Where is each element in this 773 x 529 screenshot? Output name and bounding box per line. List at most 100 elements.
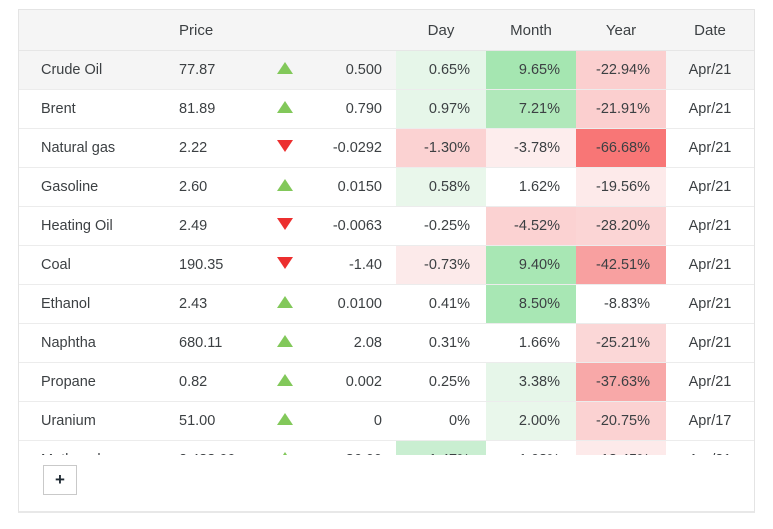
header-row: Price Day Month Year Date <box>19 10 754 51</box>
cell-change-absolute: 0.790 <box>309 89 396 129</box>
cell-price: 680.11 <box>161 323 261 363</box>
cell-change-year: -22.94% <box>576 50 666 90</box>
cell-change-day: 0.65% <box>396 50 486 90</box>
triangle-down-icon <box>277 257 293 269</box>
trend-up-icon <box>261 323 309 363</box>
cell-date: Apr/21 <box>666 167 754 207</box>
trend-up-icon <box>261 89 309 129</box>
cell-change-month: 9.40% <box>486 245 576 285</box>
cell-date: Apr/21 <box>666 323 754 363</box>
cell-change-day: 0.31% <box>396 323 486 363</box>
triangle-down-icon <box>277 218 293 230</box>
trend-up-icon <box>261 401 309 441</box>
cell-commodity-name: Ethanol <box>19 284 161 324</box>
cell-commodity-name: Brent <box>19 89 161 129</box>
cell-commodity-name: Gasoline <box>19 167 161 207</box>
cell-commodity-name: Naphtha <box>19 323 161 363</box>
cell-change-month: 8.50% <box>486 284 576 324</box>
cell-price: 2.22 <box>161 128 261 168</box>
column-header-year[interactable]: Year <box>576 10 666 51</box>
trend-down-icon <box>261 245 309 285</box>
cell-change-absolute: 2.08 <box>309 323 396 363</box>
cell-commodity-name: Heating Oil <box>19 206 161 246</box>
triangle-up-icon <box>277 179 293 191</box>
column-header-month[interactable]: Month <box>486 10 576 51</box>
cell-date: Apr/21 <box>666 128 754 168</box>
cell-price: 81.89 <box>161 89 261 129</box>
cell-date: Apr/21 <box>666 206 754 246</box>
cell-price: 2.49 <box>161 206 261 246</box>
cell-change-day: -0.73% <box>396 245 486 285</box>
table-row[interactable]: Naphtha 680.11 2.08 0.31% 1.66% -25.21% Apr/21 <box>19 323 754 363</box>
column-header-day[interactable]: Day <box>396 10 486 51</box>
cell-price: 51.00 <box>161 401 261 441</box>
cell-commodity-name: Uranium <box>19 401 161 441</box>
table-body: Crude Oil 77.87 0.500 0.65% 9.65% -22.94% Apr/… <box>19 50 754 480</box>
cell-date: Apr/21 <box>666 89 754 129</box>
cell-commodity-name: Crude Oil <box>19 50 161 90</box>
cell-change-year: -20.75% <box>576 401 666 441</box>
cell-commodity-name: Natural gas <box>19 128 161 168</box>
table-row[interactable]: Uranium 51.00 0 0% 2.00% -20.75% Apr/17 <box>19 401 754 441</box>
cell-change-month: 1.62% <box>486 167 576 207</box>
cell-change-month: 9.65% <box>486 50 576 90</box>
table-row[interactable]: Ethanol 2.43 0.0100 0.41% 8.50% -8.83% Apr/21 <box>19 284 754 324</box>
cell-price: 2.60 <box>161 167 261 207</box>
cell-change-day: 0% <box>396 401 486 441</box>
triangle-down-icon <box>277 140 293 152</box>
table-row[interactable]: Crude Oil 77.87 0.500 0.65% 9.65% -22.94% Apr/… <box>19 50 754 90</box>
table-row[interactable]: Heating Oil 2.49 -0.0063 -0.25% -4.52% -28.20… <box>19 206 754 246</box>
cell-change-day: 0.97% <box>396 89 486 129</box>
cell-change-year: -8.83% <box>576 284 666 324</box>
cell-change-month: -3.78% <box>486 128 576 168</box>
cell-change-year: -21.91% <box>576 89 666 129</box>
cell-change-month: 1.66% <box>486 323 576 363</box>
triangle-up-icon <box>277 374 293 386</box>
column-header-date[interactable]: Date <box>666 10 754 51</box>
cell-change-day: 0.58% <box>396 167 486 207</box>
cell-date: Apr/21 <box>666 50 754 90</box>
cell-change-year: -37.63% <box>576 362 666 402</box>
column-header-price[interactable]: Price <box>161 10 261 51</box>
table-row[interactable]: Propane 0.82 0.002 0.25% 3.38% -37.63% Apr/21 <box>19 362 754 402</box>
add-row-button[interactable]: + <box>43 465 77 495</box>
cell-change-absolute: 0.0150 <box>309 167 396 207</box>
cell-change-month: -4.52% <box>486 206 576 246</box>
cell-change-year: -66.68% <box>576 128 666 168</box>
cell-price: 77.87 <box>161 50 261 90</box>
column-header-change[interactable] <box>309 10 396 51</box>
column-header-name[interactable] <box>19 10 161 51</box>
cell-change-absolute: 0.0100 <box>309 284 396 324</box>
column-header-arrow <box>261 10 309 51</box>
triangle-up-icon <box>277 62 293 74</box>
cell-change-month: 3.38% <box>486 362 576 402</box>
cell-change-absolute: -1.40 <box>309 245 396 285</box>
cell-change-year: -19.56% <box>576 167 666 207</box>
triangle-up-icon <box>277 335 293 347</box>
cell-date: Apr/17 <box>666 401 754 441</box>
cell-change-day: 0.41% <box>396 284 486 324</box>
cell-price: 0.82 <box>161 362 261 402</box>
triangle-up-icon <box>277 413 293 425</box>
trend-down-icon <box>261 206 309 246</box>
commodities-table: Price Day Month Year Date Crude Oil 77.87… <box>19 10 754 480</box>
cell-change-absolute: 0 <box>309 401 396 441</box>
table-row[interactable]: Brent 81.89 0.790 0.97% 7.21% -21.91% Apr/21 <box>19 89 754 129</box>
trend-down-icon <box>261 128 309 168</box>
triangle-up-icon <box>277 101 293 113</box>
cell-commodity-name: Propane <box>19 362 161 402</box>
table-row[interactable]: Coal 190.35 -1.40 -0.73% 9.40% -42.51% Apr/21 <box>19 245 754 285</box>
cell-change-year: -42.51% <box>576 245 666 285</box>
cell-change-absolute: -0.0063 <box>309 206 396 246</box>
cell-change-month: 7.21% <box>486 89 576 129</box>
trend-up-icon <box>261 50 309 90</box>
cell-change-year: -28.20% <box>576 206 666 246</box>
cell-change-day: 0.25% <box>396 362 486 402</box>
cell-price: 190.35 <box>161 245 261 285</box>
cell-change-year: -25.21% <box>576 323 666 363</box>
table-row[interactable]: Natural gas 2.22 -0.0292 -1.30% -3.78% -66.68… <box>19 128 754 168</box>
cell-change-absolute: 0.002 <box>309 362 396 402</box>
table-row[interactable]: Gasoline 2.60 0.0150 0.58% 1.62% -19.56% Apr/2… <box>19 167 754 207</box>
table-footer: + <box>19 455 754 511</box>
cell-price: 2.43 <box>161 284 261 324</box>
